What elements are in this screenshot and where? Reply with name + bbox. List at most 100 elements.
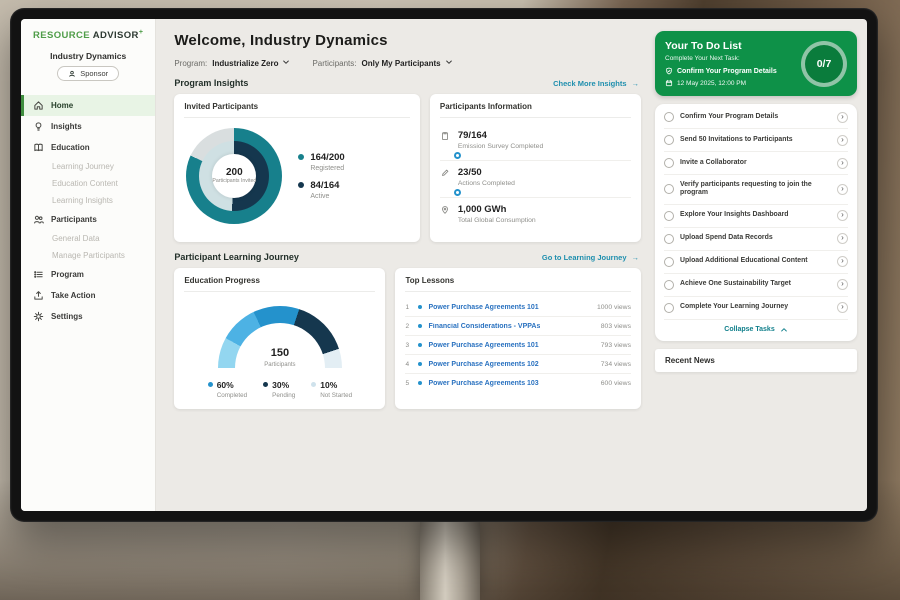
todo-next-task-label: Confirm Your Program Details	[677, 68, 777, 75]
info-value: 79/164	[458, 130, 487, 141]
todo-column: Your To Do List Complete Your Next Task:…	[653, 19, 867, 511]
sidebar-item-label: Home	[51, 101, 73, 110]
task-checkbox[interactable]	[664, 184, 674, 194]
lesson-link[interactable]: Power Purchase Agreements 101	[428, 342, 538, 349]
sidebar-item-take-action[interactable]: Take Action	[21, 285, 155, 306]
monitor-stand	[420, 516, 480, 600]
lesson-link[interactable]: Power Purchase Agreements 102	[428, 361, 538, 368]
sidebar-item-participants[interactable]: Participants	[21, 209, 155, 230]
program-filter: Program: Industrialize Zero	[174, 58, 290, 68]
task-checkbox[interactable]	[664, 257, 674, 267]
task-row[interactable]: Verify participants requesting to join t…	[664, 175, 848, 205]
invited-participants-card: Invited Participants 200 Participants In…	[174, 94, 420, 242]
upload-icon	[33, 290, 44, 301]
info-body: 1,000 GWh Total Global Consumption	[458, 204, 536, 228]
chevron-right-icon[interactable]: ›	[837, 279, 848, 290]
participants-information-card: Participants Information 79/164 Emission…	[430, 94, 641, 242]
lesson-views: 600 views	[601, 380, 631, 387]
gauge-center: 150 Participants	[218, 347, 342, 368]
sidebar-item-program[interactable]: Program	[21, 264, 155, 285]
participants-filter-label: Participants:	[312, 59, 356, 68]
donut-center: 200 Participants Invited	[212, 154, 256, 198]
task-checkbox[interactable]	[664, 234, 674, 244]
learning-journey-header: Participant Learning Journey Go to Learn…	[174, 252, 639, 262]
todo-summary-card: Your To Do List Complete Your Next Task:…	[655, 31, 857, 96]
brand-secondary: ADVISOR	[93, 30, 139, 41]
chevron-down-icon	[282, 58, 290, 68]
clipboard-icon	[440, 131, 450, 143]
main-content: Welcome, Industry Dynamics Program: Indu…	[156, 19, 653, 511]
chevron-right-icon[interactable]: ›	[837, 135, 848, 146]
task-row[interactable]: Achieve One Sustainability Target ›	[664, 274, 848, 297]
task-checkbox[interactable]	[664, 158, 674, 168]
sidebar-item-home[interactable]: Home	[21, 95, 155, 116]
legend-value: 164/200	[310, 152, 344, 163]
info-body: 79/164 Emission Survey Completed	[458, 130, 543, 154]
todo-next-task[interactable]: Confirm Your Program Details	[665, 67, 793, 75]
task-checkbox[interactable]	[664, 303, 674, 313]
chevron-up-icon	[780, 326, 788, 334]
lesson-row: 3 Power Purchase Agreements 101 793 view…	[405, 336, 631, 355]
sidebar-item-general-data[interactable]: General Data	[21, 230, 155, 247]
task-label: Upload Additional Educational Content	[680, 257, 831, 266]
legend-label: Active	[310, 193, 329, 200]
go-to-learning-journey-link[interactable]: Go to Learning Journey →	[542, 253, 639, 262]
check-more-insights-link[interactable]: Check More Insights →	[553, 79, 639, 88]
education-gauge-wrap: 150 Participants 60% Completed	[184, 298, 375, 401]
sidebar-item-learning-journey[interactable]: Learning Journey	[21, 158, 155, 175]
sidebar-item-settings[interactable]: Settings	[21, 306, 155, 327]
chevron-right-icon[interactable]: ›	[837, 184, 848, 195]
chevron-right-icon[interactable]: ›	[837, 158, 848, 169]
task-checkbox[interactable]	[664, 135, 674, 145]
chevron-down-icon	[445, 58, 453, 68]
lesson-rank: 1	[405, 304, 412, 311]
lesson-views: 803 views	[601, 323, 631, 330]
chevron-right-icon[interactable]: ›	[837, 210, 848, 221]
task-row[interactable]: Upload Additional Educational Content ›	[664, 251, 848, 274]
legend-text: 30% Pending	[272, 380, 295, 399]
lesson-link[interactable]: Power Purchase Agreements 103	[428, 380, 538, 387]
task-checkbox[interactable]	[664, 280, 674, 290]
program-dropdown[interactable]: Industrialize Zero	[212, 58, 290, 68]
sidebar: RESOURCE ADVISOR+ Industry Dynamics Spon…	[21, 19, 156, 511]
task-checkbox[interactable]	[664, 112, 674, 122]
location-pin-icon	[440, 205, 450, 217]
task-checkbox[interactable]	[664, 211, 674, 221]
chevron-right-icon[interactable]: ›	[837, 302, 848, 313]
sidebar-item-education[interactable]: Education	[21, 137, 155, 158]
chevron-right-icon[interactable]: ›	[837, 256, 848, 267]
sidebar-item-learning-insights[interactable]: Learning Insights	[21, 192, 155, 209]
shield-check-icon	[665, 67, 673, 75]
task-row[interactable]: Complete Your Learning Journey ›	[664, 297, 848, 320]
card-title: Education Progress	[184, 276, 375, 292]
gauge-center-value: 150	[218, 347, 342, 359]
chevron-right-icon[interactable]: ›	[837, 233, 848, 244]
arrow-right-icon: →	[632, 253, 640, 262]
top-lessons-card: Top Lessons 1 Power Purchase Agreements …	[395, 268, 641, 409]
gear-icon	[33, 311, 44, 322]
task-row[interactable]: Confirm Your Program Details ›	[664, 106, 848, 129]
chevron-right-icon[interactable]: ›	[837, 112, 848, 123]
collapse-tasks-button[interactable]: Collapse Tasks	[664, 320, 848, 337]
lesson-link[interactable]: Power Purchase Agreements 101	[428, 304, 538, 311]
task-row[interactable]: Invite a Collaborator ›	[664, 152, 848, 175]
task-row[interactable]: Send 50 Invitations to Participants ›	[664, 129, 848, 152]
info-label: Emission Survey Completed	[458, 143, 543, 150]
task-row[interactable]: Explore Your Insights Dashboard ›	[664, 205, 848, 228]
info-label: Actions Completed	[458, 180, 515, 187]
participants-dropdown[interactable]: Only My Participants	[362, 58, 453, 68]
sidebar-item-manage-participants[interactable]: Manage Participants	[21, 247, 155, 264]
sponsor-badge[interactable]: Sponsor	[57, 66, 119, 81]
card-title: Participants Information	[440, 102, 631, 118]
legend-pct: 30%	[272, 380, 295, 390]
task-row[interactable]: Upload Spend Data Records ›	[664, 228, 848, 251]
brand-primary: RESOURCE	[33, 30, 90, 41]
card-title: Invited Participants	[184, 102, 410, 118]
dashboard-screen: RESOURCE ADVISOR+ Industry Dynamics Spon…	[21, 19, 867, 511]
sidebar-item-education-content[interactable]: Education Content	[21, 175, 155, 192]
lesson-link[interactable]: Financial Considerations - VPPAs	[428, 323, 540, 330]
sidebar-item-insights[interactable]: Insights	[21, 116, 155, 137]
education-gauge-chart: 150 Participants	[218, 306, 342, 370]
legend-value: 84/164	[310, 180, 339, 191]
sidebar-item-label: Education	[51, 143, 90, 152]
